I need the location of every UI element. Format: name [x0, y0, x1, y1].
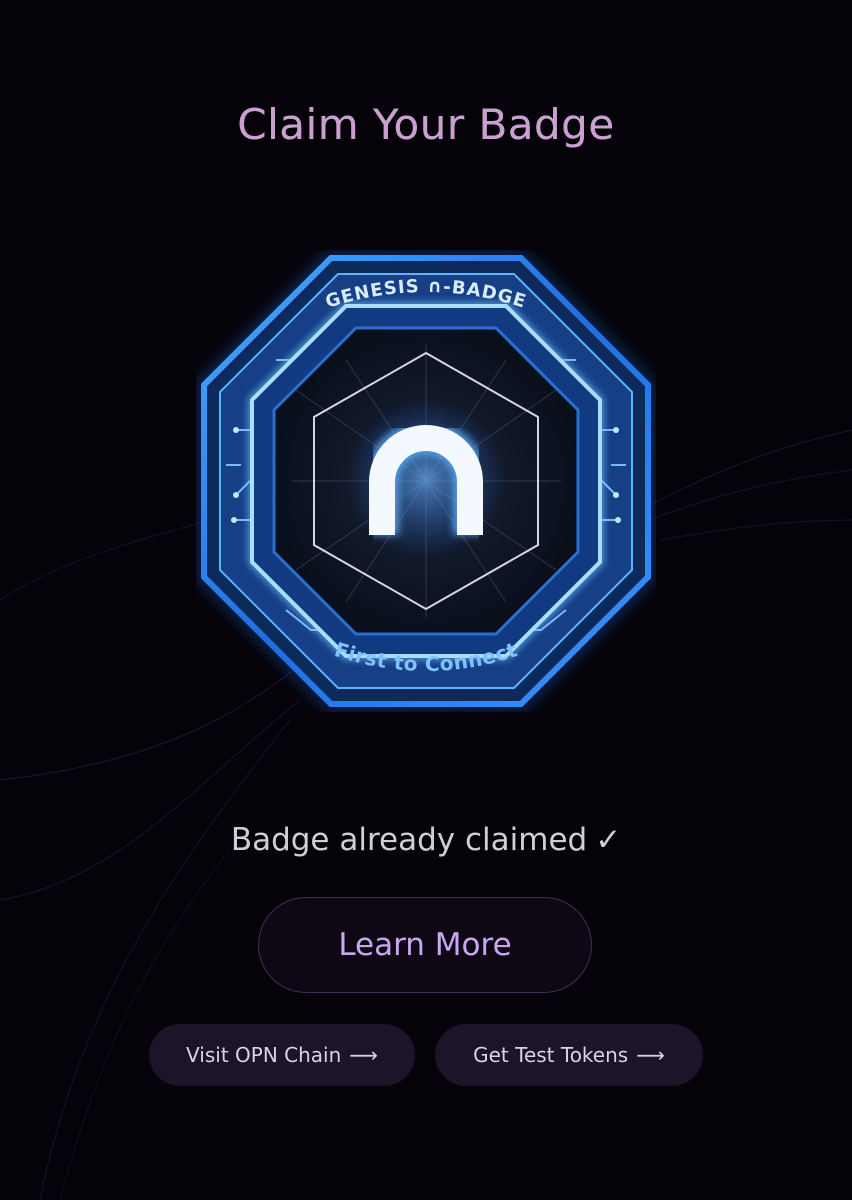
visit-opn-chain-label: Visit OPN Chain: [186, 1043, 342, 1067]
arrow-right-icon: ⟶: [636, 1043, 665, 1067]
get-test-tokens-label: Get Test Tokens: [473, 1043, 629, 1067]
page-title: Claim Your Badge: [0, 100, 852, 149]
status-text: Badge already claimed: [230, 822, 588, 858]
badge-octagon-icon: GENESIS ∩-BADGE First to Connect: [199, 253, 653, 709]
checkmark-icon: ✓: [595, 822, 622, 858]
get-test-tokens-button[interactable]: Get Test Tokens ⟶: [435, 1024, 703, 1086]
visit-opn-chain-button[interactable]: Visit OPN Chain ⟶: [149, 1024, 415, 1086]
arrow-right-icon: ⟶: [349, 1043, 378, 1067]
learn-more-label: Learn More: [338, 927, 512, 963]
claim-status: Badge already claimed ✓: [0, 822, 852, 858]
learn-more-button[interactable]: Learn More: [258, 897, 592, 993]
